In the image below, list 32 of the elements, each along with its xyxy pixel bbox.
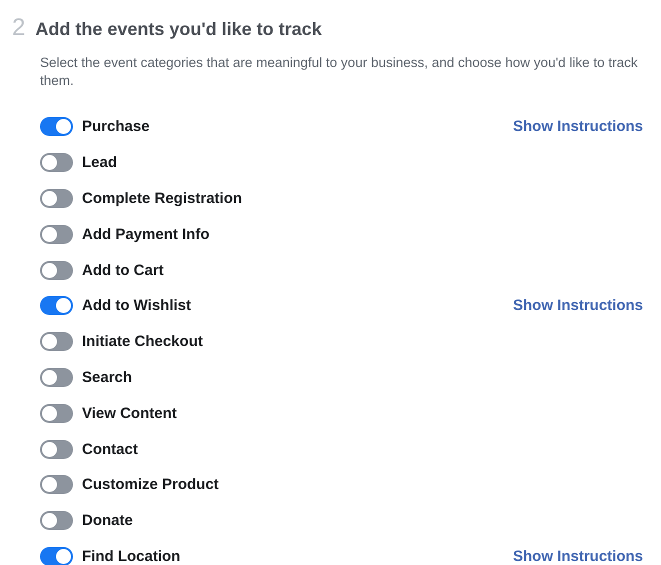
toggle-switch[interactable] bbox=[40, 188, 73, 208]
section-description: Select the event categories that are meaningful to your business, and choose how you'd like to track them. bbox=[40, 54, 639, 90]
event-label: Initiate Checkout bbox=[82, 333, 203, 350]
event-label: Customize Product bbox=[82, 476, 219, 494]
step-number: 2 bbox=[12, 14, 26, 42]
event-label: Search bbox=[82, 368, 132, 386]
toggle-switch[interactable] bbox=[40, 260, 73, 280]
event-label: Add to Cart bbox=[82, 262, 164, 279]
toggle-switch[interactable] bbox=[40, 440, 73, 459]
event-label: Complete Registration bbox=[82, 190, 242, 207]
event-label: Add to Wishlist bbox=[82, 297, 192, 314]
event-label: Purchase bbox=[82, 118, 150, 136]
toggle-switch[interactable] bbox=[40, 368, 73, 387]
event-label: View Content bbox=[82, 404, 177, 422]
event-label: Donate bbox=[82, 512, 133, 530]
show-instructions-link[interactable]: Show Instructions bbox=[512, 548, 643, 565]
show-instructions-link[interactable]: Show Instructions bbox=[512, 297, 643, 314]
event-label: Contact bbox=[82, 440, 138, 458]
event-label: Lead bbox=[82, 154, 118, 172]
toggle-switch[interactable] bbox=[40, 296, 73, 316]
event-label: Add Payment Info bbox=[82, 226, 210, 243]
toggle-switch[interactable] bbox=[40, 117, 73, 136]
toggle-switch[interactable] bbox=[40, 511, 73, 530]
toggle-switch[interactable] bbox=[40, 153, 73, 172]
section-title: Add the events you'd like to track bbox=[35, 19, 322, 40]
toggle-switch[interactable] bbox=[40, 546, 73, 565]
toggle-switch[interactable] bbox=[40, 224, 73, 244]
toggle-switch[interactable] bbox=[40, 475, 73, 494]
event-label: Find Location bbox=[82, 548, 180, 565]
show-instructions-link[interactable]: Show Instructions bbox=[512, 118, 643, 136]
toggle-switch[interactable] bbox=[40, 404, 73, 423]
toggle-switch[interactable] bbox=[40, 332, 73, 352]
